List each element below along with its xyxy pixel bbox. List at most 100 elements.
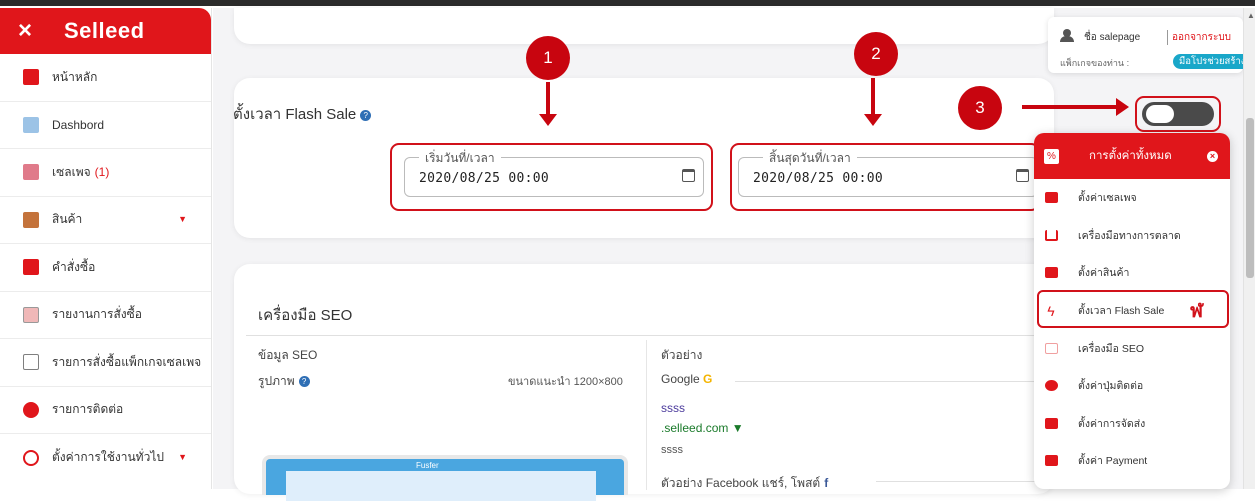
selleed-logo[interactable]: Selleed <box>64 18 145 44</box>
chevron-down-icon[interactable]: ▼ <box>178 452 187 462</box>
package-orders-icon <box>20 351 42 373</box>
preview-label: ตัวอย่าง <box>661 348 703 362</box>
scroll-up-icon[interactable]: ▲ <box>1247 11 1255 20</box>
facebook-divider <box>876 481 1036 482</box>
sidebar-item-home[interactable]: หน้าหลัก <box>0 54 211 102</box>
menu-item-label: ตั้งค่าสินค้า <box>1078 267 1130 280</box>
google-label: Google G <box>661 372 712 386</box>
sidebar-item-dashboard[interactable]: Dashbord <box>0 102 211 149</box>
sidebar-header: × Selleed <box>0 8 211 54</box>
menu-item-shipping[interactable]: ตั้งค่าการจัดส่ง <box>1034 405 1230 443</box>
sidebar-item-package-orders[interactable]: รายการสั่งซื้อแพ็กเกจเซลเพจ <box>0 339 211 387</box>
sidebar-item-products[interactable]: สินค้า ▼ <box>0 197 211 244</box>
preview-title[interactable]: ssss <box>661 401 685 415</box>
arrow-right-3 <box>1022 98 1129 116</box>
menu-item-label: เครื่องมือ SEO <box>1078 342 1145 355</box>
store-icon <box>1044 191 1058 205</box>
contacts-icon <box>20 399 42 421</box>
menu-item-contact-button[interactable]: ตั้งค่าปุ่มติดต่อ <box>1034 367 1230 405</box>
truck-icon <box>1044 416 1058 430</box>
settings-icon <box>20 447 42 469</box>
user-info-box: ชื่อ salepage ออกจากระบบ แพ็กเกจของท่าน … <box>1048 17 1252 73</box>
google-icon: G <box>703 372 713 386</box>
laptop-screen <box>286 471 596 501</box>
menu-item-salepage-settings[interactable]: ตั้งค่าเซลเพจ <box>1034 179 1230 217</box>
seo-image-label: รูปภาพ? <box>258 372 310 391</box>
flash-sale-title-text: ตั้งเวลา Flash Sale <box>233 106 357 123</box>
scrollbar[interactable]: ▲ <box>1243 8 1255 489</box>
sidebar-item-label: รายการสั่งซื้อแพ็กเกจเซลเพจ <box>52 354 202 369</box>
google-divider <box>735 381 1035 382</box>
package-badge[interactable]: มือโปรช่วยสร้าง <box>1173 54 1252 69</box>
menu-item-label: ตั้งค่าเซลเพจ <box>1078 192 1137 205</box>
highlight-end-datetime <box>730 143 1040 211</box>
preview-url: .selleed.com ▼ <box>661 421 744 435</box>
marker-1: 1 <box>526 36 570 80</box>
sidebar-item-label: ตั้งค่าการใช้งานทั่วไป <box>52 450 164 465</box>
help-icon[interactable]: ? <box>298 376 310 388</box>
menu-item-label: ตั้งค่าปุ่มติดต่อ <box>1078 380 1144 393</box>
flash-sale-toggle[interactable] <box>1142 102 1214 126</box>
close-icon[interactable]: × <box>1207 151 1218 162</box>
toggle-knob <box>1146 105 1174 123</box>
sidebar-item-order-report[interactable]: รายงานการสั่งซื้อ <box>0 292 211 339</box>
products-icon <box>20 209 42 231</box>
sidebar-item-label: รายงานการสั่งซื้อ <box>52 307 142 322</box>
sidebar: × Selleed หน้าหลัก Dashbord เซลเพจ (1) ส… <box>0 8 212 489</box>
preview-description: ssss <box>661 444 683 456</box>
sidebar-item-general-settings[interactable]: ตั้งค่าการใช้งานทั่วไป ▼ <box>0 434 211 482</box>
package-label: แพ็กเกจของท่าน : <box>1060 58 1130 68</box>
flash-sale-title: ตั้งเวลา Flash Sale? <box>233 102 372 126</box>
menu-item-payment[interactable]: ตั้งค่า Payment <box>1034 442 1230 480</box>
dashboard-icon <box>20 114 42 136</box>
salepage-icon <box>20 161 42 183</box>
menu-item-label: ตั้งค่าการจัดส่ง <box>1078 417 1146 430</box>
help-icon[interactable]: ? <box>360 109 372 121</box>
sidebar-item-salepage[interactable]: เซลเพจ (1) <box>0 149 211 197</box>
settings-menu-title: การตั้งค่าทั้งหมด <box>1089 150 1172 162</box>
sidebar-item-label: หน้าหลัก <box>52 69 98 84</box>
contact-button-icon <box>1044 379 1058 393</box>
arrow-down-1 <box>539 82 557 126</box>
close-icon[interactable]: × <box>18 17 48 45</box>
sidebar-item-label: รายการติดต่อ <box>52 402 124 417</box>
seo-info-label: ข้อมูล SEO <box>258 348 318 362</box>
annotation-char: ฬ <box>1190 301 1203 322</box>
seo-image-hint: ขนาดแนะนำ 1200×800 <box>508 376 623 388</box>
top-border <box>0 0 1255 6</box>
menu-item-seo-tools[interactable]: เครื่องมือ SEO <box>1034 329 1230 367</box>
facebook-icon: f <box>824 476 829 490</box>
sidebar-item-label: เซลเพจ <box>52 164 91 179</box>
cart-icon <box>1044 228 1058 242</box>
divider <box>246 335 1046 336</box>
settings-menu-header: % การตั้งค่าทั้งหมด × <box>1034 133 1230 179</box>
home-icon <box>20 66 42 88</box>
menu-item-label: เครื่องมือทางการตลาด <box>1078 229 1181 242</box>
menu-item-label: ตั้งค่า Payment <box>1078 455 1148 468</box>
laptop-brand: Fusfer <box>416 461 439 470</box>
menu-item-product-settings[interactable]: ตั้งค่าสินค้า <box>1034 254 1230 292</box>
orders-icon <box>20 256 42 278</box>
box-icon <box>1044 266 1058 280</box>
payment-icon <box>1044 454 1058 468</box>
arrow-down-2 <box>864 78 882 126</box>
highlight-start-datetime <box>390 143 713 211</box>
seo-title: เครื่องมือ SEO <box>258 307 353 324</box>
facebook-preview-label: ตัวอย่าง Facebook แชร์, โพสต์ f <box>661 474 832 493</box>
sidebar-item-label: Dashbord <box>52 117 105 132</box>
seo-icon <box>1044 341 1058 355</box>
settings-icon: % <box>1044 148 1059 164</box>
scroll-thumb[interactable] <box>1246 118 1254 278</box>
marker-3: 3 <box>958 86 1002 130</box>
sidebar-item-orders[interactable]: คำสั่งซื้อ <box>0 244 211 292</box>
salepage-count-badge: (1) <box>94 165 110 180</box>
sidebar-item-contacts[interactable]: รายการติดต่อ <box>0 387 211 434</box>
laptop-preview-image: Fusfer <box>262 455 628 501</box>
menu-item-marketing-tools[interactable]: เครื่องมือทางการตลาด <box>1034 217 1230 255</box>
chevron-down-icon[interactable]: ▼ <box>178 214 187 224</box>
report-icon <box>20 304 42 326</box>
marker-2: 2 <box>854 32 898 76</box>
sidebar-item-label: คำสั่งซื้อ <box>52 259 96 274</box>
logout-link[interactable]: ออกจากระบบ <box>1167 30 1231 45</box>
user-icon <box>1060 29 1074 42</box>
